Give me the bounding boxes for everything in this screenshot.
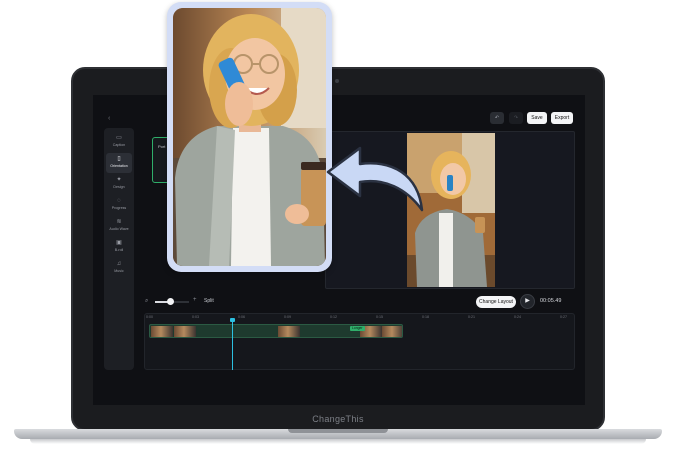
caption-icon: ▭ [116, 135, 122, 141]
sidebar-item-label: Music [114, 269, 124, 273]
clip-thumbnail [382, 326, 402, 337]
change-layout-button[interactable]: Change Layout [476, 296, 516, 308]
sidebar-item-label: Progress [111, 206, 127, 210]
timeline-tick: 0:27 [560, 315, 567, 319]
play-icon: ▶ [525, 298, 530, 304]
sidebar-item-caption[interactable]: ▭ Caption [106, 132, 132, 152]
playback-time: 00:05.49 [540, 298, 562, 304]
zoom-icon: ⌕ [145, 298, 149, 304]
portrait-photo [173, 8, 326, 266]
export-button[interactable]: Export [551, 112, 573, 124]
sidebar-item-orientation[interactable]: ▯ Orientation [106, 153, 132, 173]
timeline-tick: 0:03 [192, 315, 199, 319]
clip-tag: Longer [350, 326, 365, 331]
timeline-tick: 0:18 [422, 315, 429, 319]
laptop-shadow [30, 439, 646, 444]
sidebar-item-b-roll[interactable]: ▣ B-roll [106, 237, 132, 257]
sidebar-item-design[interactable]: ✦ Design [106, 174, 132, 194]
timeline-tick: 0:24 [514, 315, 521, 319]
sidebar-item-label: Design [113, 185, 125, 189]
audio-wave-icon: ≋ [116, 219, 122, 225]
woman-on-phone-illustration [173, 8, 326, 266]
sidebar-item-label: Orientation [110, 164, 128, 168]
orientation-icon: ▯ [117, 156, 121, 162]
timeline-tick: 0:06 [238, 315, 245, 319]
laptop-brand: ChangeThis [312, 414, 364, 424]
playhead[interactable] [232, 320, 233, 370]
laptop-notch [288, 429, 388, 433]
portrait-option-label: Port [158, 144, 166, 149]
sidebar-item-music[interactable]: ♫ Music [106, 258, 132, 278]
design-icon: ✦ [116, 177, 122, 183]
redo-button[interactable]: ↷ [509, 112, 523, 124]
sidebar-item-label: Audio Wave [109, 227, 129, 231]
zoom-in-icon[interactable]: + [193, 297, 197, 303]
clip-thumbnail [151, 326, 173, 337]
sidebar-item-progress[interactable]: ◌ Progress [106, 195, 132, 215]
hero-image: ‹ ▭ Caption ▯ Orientation ✦ Design ◌ Pro… [0, 0, 676, 450]
timeline-tick: 0:21 [468, 315, 475, 319]
undo-button[interactable]: ↶ [490, 112, 504, 124]
timeline-tick: 0:00 [146, 315, 153, 319]
timeline-tick: 0:09 [284, 315, 291, 319]
laptop-camera [335, 79, 339, 83]
play-button[interactable]: ▶ [520, 294, 535, 309]
portrait-preview-card [167, 2, 332, 272]
progress-icon: ◌ [117, 198, 121, 204]
video-clip-track[interactable] [149, 324, 403, 338]
undo-icon: ↶ [494, 115, 500, 121]
b-roll-icon: ▣ [116, 240, 122, 246]
timeline[interactable] [144, 313, 575, 370]
split-button[interactable]: Split [204, 298, 214, 304]
sidebar-item-label: Caption [112, 143, 126, 147]
timeline-tick: 0:12 [330, 315, 337, 319]
music-icon: ♫ [116, 261, 122, 267]
redo-icon: ↷ [513, 115, 519, 121]
back-chevron-icon[interactable]: ‹ [108, 115, 110, 122]
zoom-slider-handle[interactable] [167, 298, 175, 305]
curved-arrow-icon [326, 146, 424, 212]
editor-sidebar: ▭ Caption ▯ Orientation ✦ Design ◌ Progr… [104, 128, 134, 370]
playhead-handle[interactable] [230, 318, 235, 322]
clip-thumbnail [278, 326, 300, 337]
sidebar-item-audio-wave[interactable]: ≋ Audio Wave [106, 216, 132, 236]
clip-thumbnail [174, 326, 196, 337]
sidebar-item-label: B-roll [114, 248, 124, 252]
timeline-tick: 0:15 [376, 315, 383, 319]
save-button[interactable]: Save [527, 112, 547, 124]
